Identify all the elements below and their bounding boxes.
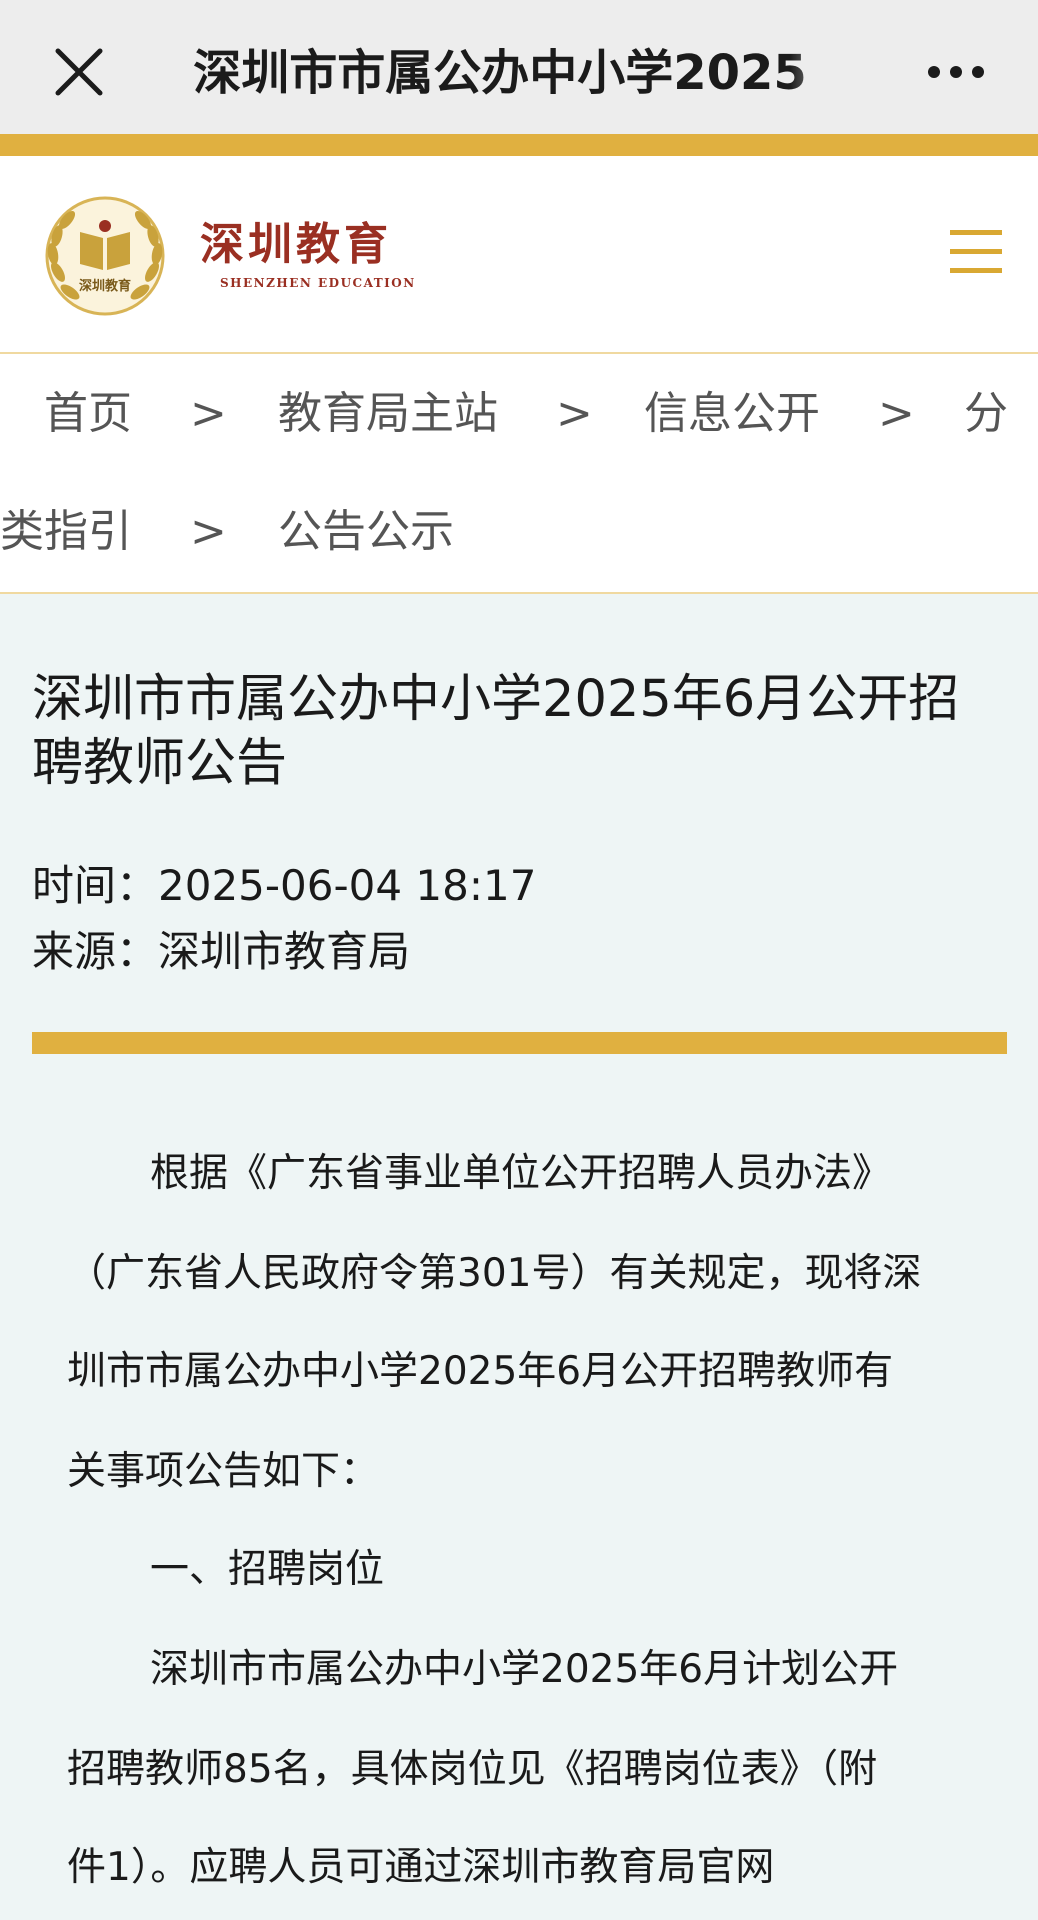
more-icon — [928, 66, 984, 78]
article-divider-bar — [32, 1032, 1007, 1054]
article-paragraph-line: 招聘教师85名，具体岗位见《招聘岗位表》（附 — [67, 1747, 878, 1792]
breadcrumb: 首页 > 教育局主站 > 信息公开 > 分 类指引 > 公告公示 — [0, 354, 1038, 592]
section-heading: 一、招聘岗位 — [150, 1547, 385, 1592]
breadcrumb-separator: > — [190, 506, 227, 557]
article-title: 深圳市市属公办中小学2025年6月公开招 聘教师公告 — [32, 668, 1002, 796]
close-button[interactable] — [50, 43, 108, 101]
article-paragraph-line: 深圳市市属公办中小学2025年6月计划公开 — [150, 1647, 899, 1692]
page-title: 深圳市市属公办中小学2025 — [193, 45, 807, 101]
site-logo-title[interactable]: 深圳教育 — [200, 220, 392, 270]
article-title-line: 聘教师公告 — [32, 734, 288, 793]
accent-bar — [0, 134, 1038, 156]
title-fade — [790, 38, 860, 108]
more-button[interactable] — [926, 52, 986, 92]
breadcrumb-separator: > — [556, 388, 593, 439]
breadcrumb-divider — [0, 592, 1038, 594]
shenzhen-education-emblem-icon: 深圳教育 — [45, 196, 165, 316]
site-logo-subtitle: SHENZHEN EDUCATION — [220, 276, 416, 290]
breadcrumb-info-public[interactable]: 信息公开 — [644, 386, 820, 442]
article-paragraph-line: 圳市市属公办中小学2025年6月公开招聘教师有 — [67, 1349, 894, 1394]
breadcrumb-separator: > — [878, 388, 915, 439]
article-time: 时间：2025-06-04 18:17 — [32, 861, 537, 910]
breadcrumb-category-end[interactable]: 类指引 — [0, 504, 132, 560]
breadcrumb-announcements[interactable]: 公告公示 — [278, 504, 454, 560]
article-title-line: 深圳市市属公办中小学2025年6月公开招 — [32, 670, 960, 729]
top-navigation-bar: 深圳市市属公办中小学2025 — [0, 0, 1038, 134]
logo-emblem[interactable]: 深圳教育 — [40, 192, 170, 320]
breadcrumb-separator: > — [190, 388, 227, 439]
svg-text:深圳教育: 深圳教育 — [79, 278, 131, 294]
article-paragraph-line: 关事项公告如下： — [67, 1449, 380, 1494]
breadcrumb-main-site[interactable]: 教育局主站 — [278, 386, 498, 442]
site-header: 深圳教育 深圳教育 SHENZHEN EDUCATION — [0, 156, 1038, 352]
article-paragraph-line: 件1）。应聘人员可通过深圳市教育局官网 — [67, 1845, 775, 1890]
hamburger-menu-icon[interactable] — [950, 228, 1002, 276]
article-paragraph-line: （广东省人民政府令第301号）有关规定，现将深 — [67, 1251, 922, 1296]
breadcrumb-category-start[interactable]: 分 — [964, 386, 1008, 442]
breadcrumb-home[interactable]: 首页 — [44, 386, 132, 442]
article-source: 来源：深圳市教育局 — [32, 927, 411, 976]
article-paragraph-line: 根据《广东省事业单位公开招聘人员办法》 — [150, 1151, 892, 1196]
close-icon — [55, 48, 103, 96]
